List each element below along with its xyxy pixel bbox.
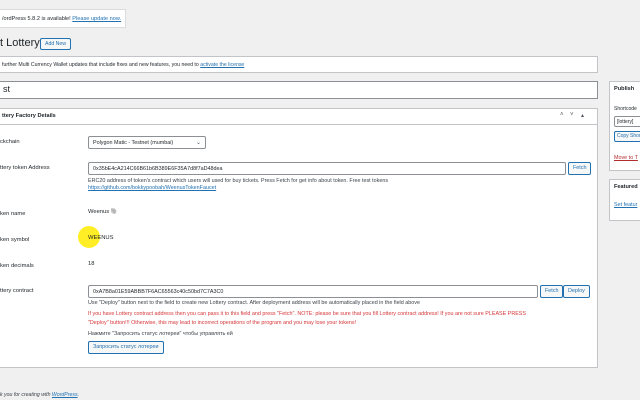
- shortcode-label: Shortcode: [614, 106, 637, 112]
- token-name-label: ken name: [0, 211, 26, 217]
- add-new-button[interactable]: Add New: [40, 38, 72, 50]
- token-fetch-button[interactable]: Fetch: [568, 162, 592, 175]
- contract-warning-line2: "Deploy" button!!! Otherwise, this may l…: [88, 320, 357, 326]
- activate-license-link[interactable]: activate the license: [200, 62, 244, 68]
- metabox-title: ttery Factory Details: [2, 113, 56, 119]
- wordpress-link[interactable]: WordPress: [52, 392, 78, 398]
- update-nag: /ordPress 5.8.2 is available! Please upd…: [0, 9, 126, 28]
- featured-image-box: Featured Set featur: [609, 179, 640, 221]
- token-address-desc: ERC20 address of token's contract which …: [88, 178, 389, 184]
- token-decimals-value: 18: [88, 261, 95, 267]
- chevron-down-icon: ⌄: [195, 140, 201, 146]
- update-now-link[interactable]: Please update now.: [72, 16, 121, 22]
- token-address-label: ttery token Address: [0, 165, 50, 171]
- set-featured-link[interactable]: Set featur: [614, 202, 637, 208]
- lottery-contract-label: ttery contract: [0, 288, 34, 294]
- blockchain-selected: Polygon Matic - Testnet (mumbai): [93, 140, 174, 146]
- featured-title: Featured: [614, 184, 638, 190]
- footer-credit: k you for creating with WordPress.: [0, 392, 79, 398]
- move-to-trash-link[interactable]: Move to T: [614, 155, 638, 161]
- contract-desc: Use "Deploy" button next to the field to…: [88, 300, 420, 306]
- toggle-panel-icon[interactable]: ▴: [581, 112, 584, 119]
- token-symbol-value: WEENUS: [88, 235, 114, 241]
- update-nag-text: is available!: [39, 16, 73, 22]
- blockchain-select[interactable]: Polygon Matic - Testnet (mumbai) ⌄: [88, 136, 206, 149]
- token-symbol-label: ken symbol: [0, 237, 30, 243]
- blockchain-label: ckchain: [0, 139, 20, 145]
- status-hint: Нажмите "Запросить статус лотереи" чтобы…: [88, 331, 233, 337]
- post-title-input[interactable]: st: [0, 81, 598, 99]
- footer-text: k you for creating with: [0, 392, 52, 398]
- license-notice: further Multi Currency Wallet updates th…: [0, 56, 598, 73]
- request-status-button[interactable]: Запросить статус лотереи: [88, 341, 164, 354]
- move-up-icon[interactable]: ˄: [560, 112, 564, 118]
- move-down-icon[interactable]: ˅: [570, 112, 574, 118]
- token-name-value: Weenus 🐘: [88, 209, 118, 215]
- page-title: t Lottery: [0, 37, 40, 49]
- metabox-header: ttery Factory Details ˄ ˅ ▴: [0, 109, 597, 125]
- lottery-contract-input[interactable]: 0xA7B8a01E59ABBB7F6AC65563c40c50bd7C7A3C…: [88, 285, 538, 298]
- token-decimals-label: ken decimals: [0, 263, 34, 269]
- footer-suffix: .: [77, 392, 80, 398]
- contract-fetch-button[interactable]: Fetch: [540, 285, 564, 298]
- shortcode-input[interactable]: [lottery]: [614, 116, 640, 127]
- publish-box: Publish Shortcode [lottery] Copy Shor Mo…: [609, 81, 640, 171]
- contract-warning-line1: If you have Lottery contract address the…: [88, 311, 526, 317]
- token-address-input[interactable]: 0x35bE4cA214C66B61b6B389E6F35A7d8f7aD48d…: [88, 162, 566, 175]
- deploy-button[interactable]: Deploy: [563, 285, 590, 298]
- wordpress-version: /ordPress 5.8.2: [2, 16, 40, 22]
- publish-title: Publish: [614, 86, 635, 92]
- notice-text: further Multi Currency Wallet updates th…: [2, 62, 201, 68]
- faucet-link[interactable]: https://github.com/bokkypoobah/WeenusTok…: [88, 185, 216, 192]
- copy-shortcode-button[interactable]: Copy Shor: [614, 131, 640, 142]
